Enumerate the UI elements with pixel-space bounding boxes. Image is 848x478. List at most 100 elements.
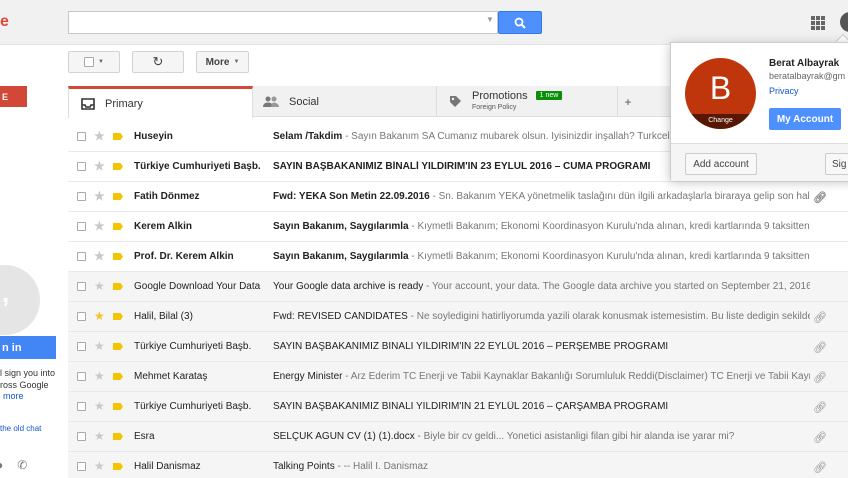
star-icon[interactable]: ★	[94, 129, 105, 143]
importance-marker-icon[interactable]	[113, 223, 123, 230]
row-checkbox[interactable]	[77, 132, 86, 141]
privacy-link[interactable]: Privacy	[769, 86, 799, 96]
select-all-button[interactable]: ▼	[68, 51, 120, 73]
row-checkbox[interactable]	[77, 342, 86, 351]
email-subject: Sayın Bakanım, Saygılarımla	[273, 251, 409, 262]
email-row[interactable]: ★ Google Download Your Data Your Google da…	[68, 272, 848, 302]
popup-footer: Add account Sig	[671, 143, 848, 181]
star-icon[interactable]: ★	[94, 339, 105, 353]
star-icon[interactable]: ★	[94, 219, 105, 233]
star-icon[interactable]: ★	[94, 159, 105, 173]
email-row[interactable]: ★ Fatih Dönmez Fwd: YEKA Son Metin 22.09.2…	[68, 182, 848, 212]
tab-social[interactable]: Social	[253, 86, 437, 117]
row-checkbox[interactable]	[77, 162, 86, 171]
importance-marker-icon[interactable]	[113, 163, 123, 170]
importance-marker-icon[interactable]	[113, 193, 123, 200]
chevron-down-icon: ▼	[233, 59, 240, 65]
star-icon[interactable]: ★	[94, 459, 105, 473]
importance-marker-icon[interactable]	[113, 133, 123, 140]
star-icon[interactable]: ★	[94, 279, 105, 293]
importance-marker-icon[interactable]	[113, 433, 123, 440]
email-row[interactable]: ★ Halil, Bilal (3) Fwd: REVISED CANDIDATES…	[68, 302, 848, 332]
phone-icon[interactable]: ✆	[17, 458, 27, 472]
account-avatar-large[interactable]: B Change	[685, 58, 756, 129]
tab-label: Social	[289, 95, 319, 108]
row-checkbox[interactable]	[77, 282, 86, 291]
importance-marker-icon[interactable]	[113, 463, 123, 470]
signin-label: n in	[2, 341, 22, 354]
people-icon	[263, 96, 279, 107]
select-all-checkbox[interactable]	[84, 57, 95, 67]
email-subject-line: SELÇUK AGUN CV (1) (1).docx - Biyle bir …	[273, 431, 810, 442]
email-row[interactable]: ★ Mehmet Karataş Energy Minister - Arz Ede…	[68, 362, 848, 392]
tab-promotions[interactable]: Promotions 1 new Foreign Policy	[437, 86, 618, 117]
attachment-icon: 🔗︎	[813, 402, 827, 414]
email-subject: Talking Points	[273, 461, 335, 472]
signin-text-line: ross Google	[0, 380, 49, 390]
star-icon[interactable]: ★	[94, 429, 105, 443]
row-checkbox[interactable]	[77, 432, 86, 441]
row-checkbox[interactable]	[77, 222, 86, 231]
account-name: Berat Albayrak	[769, 58, 840, 69]
attachment-icon: 🔗︎	[813, 432, 827, 444]
tag-icon	[449, 95, 462, 108]
add-account-button[interactable]: Add account	[685, 153, 757, 175]
email-subject-line: Fwd: REVISED CANDIDATES - Ne soyledigini…	[273, 311, 810, 322]
attachment-icon: 🔗︎	[813, 342, 827, 354]
email-row[interactable]: ★ Kerem Alkin Sayın Bakanım, Saygılarımla …	[68, 212, 848, 242]
importance-marker-icon[interactable]	[113, 313, 123, 320]
add-tab-button[interactable]: +	[618, 86, 638, 117]
email-row[interactable]: ★ Türkiye Cumhuriyeti Başb. SAYIN BAŞBAKAN…	[68, 332, 848, 362]
star-icon[interactable]: ★	[94, 369, 105, 383]
importance-marker-icon[interactable]	[113, 253, 123, 260]
email-snippet: - Sn. Bakanım YEKA yönetmelik taslağını …	[429, 191, 810, 202]
more-button[interactable]: More ▼	[196, 51, 249, 73]
importance-marker-icon[interactable]	[113, 403, 123, 410]
tab-primary[interactable]: Primary	[68, 86, 253, 118]
my-account-button[interactable]: My Account	[769, 108, 841, 130]
location-icon[interactable]: ●	[0, 458, 3, 472]
row-checkbox[interactable]	[77, 312, 86, 321]
importance-marker-icon[interactable]	[113, 343, 123, 350]
importance-marker-icon[interactable]	[113, 283, 123, 290]
compose-button[interactable]: E	[0, 86, 27, 107]
sign-out-button[interactable]: Sig	[825, 153, 848, 175]
row-checkbox[interactable]	[77, 402, 86, 411]
email-row[interactable]: ★ Türkiye Cumhuriyeti Başb. SAYIN BAŞBAKAN…	[68, 392, 848, 422]
account-avatar[interactable]	[840, 12, 848, 32]
star-icon[interactable]: ★	[94, 309, 105, 323]
hangouts-signin-button[interactable]: n in	[0, 336, 56, 359]
email-sender: Türkiye Cumhuriyeti Başb.	[134, 161, 261, 172]
star-icon[interactable]: ★	[94, 189, 105, 203]
row-checkbox[interactable]	[77, 372, 86, 381]
email-sender: Prof. Dr. Kerem Alkin	[134, 251, 234, 262]
email-sender: Türkiye Cumhuriyeti Başb.	[134, 341, 252, 352]
email-subject: Fwd: YEKA Son Metin 22.09.2016	[273, 191, 430, 202]
row-checkbox[interactable]	[77, 462, 86, 471]
email-snippet: - Kıymetli Bakanım; Ekonomi Koordinasyon…	[408, 251, 810, 262]
search-button[interactable]	[498, 11, 542, 34]
inbox-icon	[81, 97, 95, 110]
email-row[interactable]: ★ Halil Danismaz Talking Points - -- Halil…	[68, 452, 848, 478]
search-input[interactable]	[68, 11, 498, 34]
row-checkbox[interactable]	[77, 252, 86, 261]
gmail-logo[interactable]: e	[0, 13, 9, 31]
old-chat-link[interactable]: the old chat	[0, 424, 41, 433]
star-icon[interactable]: ★	[94, 399, 105, 413]
email-row[interactable]: ★ Esra SELÇUK AGUN CV (1) (1).docx - Biyle…	[68, 422, 848, 452]
refresh-icon: ↻	[152, 54, 164, 69]
apps-grid-icon[interactable]	[811, 16, 825, 30]
email-subject-line: Talking Points - -- Halil I. Danismaz	[273, 461, 810, 472]
row-checkbox[interactable]	[77, 192, 86, 201]
email-row[interactable]: ★ Prof. Dr. Kerem Alkin Sayın Bakanım, Say…	[68, 242, 848, 272]
search-options-icon[interactable]: ▼	[486, 15, 494, 24]
attachment-icon: 🔗︎	[813, 192, 827, 204]
avatar-letter: B	[709, 70, 732, 106]
star-icon[interactable]: ★	[94, 249, 105, 263]
change-photo-link[interactable]: Change	[685, 114, 756, 129]
importance-marker-icon[interactable]	[113, 373, 123, 380]
refresh-button[interactable]: ↻	[132, 51, 184, 73]
learn-more-link[interactable]: more	[3, 391, 24, 401]
email-subject: Your Google data archive is ready	[273, 281, 424, 292]
new-count-badge: 1 new	[535, 91, 563, 100]
